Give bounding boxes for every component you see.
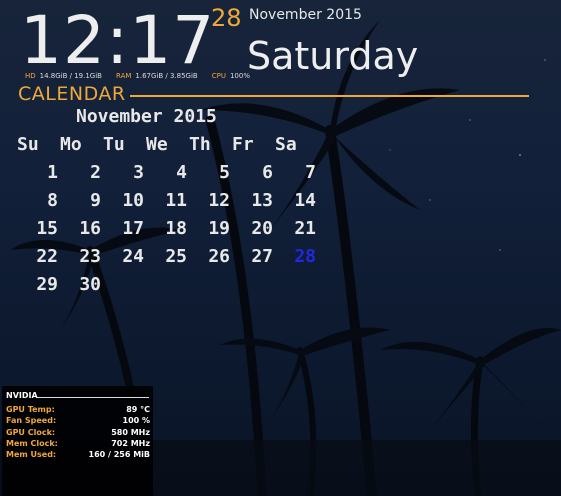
nvidia-stat-value: 89 °C (126, 405, 150, 414)
calendar-day: 27 (251, 246, 273, 267)
calendar-day: 13 (251, 190, 273, 211)
calendar-day: 23 (79, 246, 101, 267)
ram-label: RAM (115, 72, 132, 80)
calendar-day: 3 (133, 162, 144, 183)
calendar-day: 14 (294, 190, 316, 211)
calendar-day: 12 (208, 190, 230, 211)
hd-value: 14.8GiB / 19.1GiB (39, 72, 102, 80)
calendar-day: 22 (36, 246, 58, 267)
calendar-week-row: 15 16 17 18 19 20 21 (15, 218, 316, 246)
nvidia-stat-row: GPU Temp: 89 °C (6, 404, 150, 415)
calendar-divider (130, 95, 529, 97)
calendar-day: 18 (165, 218, 187, 239)
calendar-day: 19 (208, 218, 230, 239)
nvidia-stat-value: 100 % (122, 416, 151, 426)
calendar-day: 26 (208, 246, 230, 267)
cpu-label: CPU (211, 72, 226, 80)
nvidia-stat-value: 702 MHz (111, 438, 150, 448)
calendar-day: 17 (122, 218, 144, 239)
calendar-week-row: 29 30 (15, 274, 316, 302)
nvidia-stat-row: Mem Used: 160 / 256 MiB (6, 449, 150, 460)
calendar-day: 9 (90, 190, 101, 211)
cpu-value: 100% (229, 72, 250, 80)
nvidia-title: NVIDIA (6, 391, 38, 400)
calendar-day (273, 274, 316, 302)
calendar-day: 25 (165, 246, 187, 267)
calendar-day: 11 (165, 190, 187, 211)
calendar-weekday-label: Sa (275, 134, 297, 155)
system-stats: HD 14.8GiB / 19.1GiB RAM 1.67GiB / 3.85GiB C… (25, 72, 264, 81)
nvidia-stats-panel: NVIDIA GPU Temp: 89 °C Fan Speed: 100 % GPU … (2, 386, 153, 496)
nvidia-divider (37, 397, 149, 398)
clock-day-number: 28 (211, 4, 242, 32)
calendar-weekday-header: Su Mo Tu We Th Fr Sa (15, 134, 316, 162)
calendar-day: 29 (36, 274, 58, 295)
calendar-day: 16 (79, 218, 101, 239)
nvidia-stat-value: 580 MHz (111, 427, 150, 437)
calendar-title: CALENDAR (18, 83, 126, 105)
calendar-weekday-label: Th (189, 134, 211, 155)
clock-time: 12:17 (20, 2, 216, 79)
calendar-day: 24 (122, 246, 144, 267)
hd-label: HD (25, 72, 36, 80)
calendar-day: 7 (305, 162, 316, 183)
calendar-day: 8 (47, 190, 58, 211)
nvidia-stat-label: Mem Used: (6, 450, 57, 460)
nvidia-stat-label: Mem Clock: (6, 438, 58, 448)
nvidia-stat-label: GPU Clock: (6, 427, 56, 437)
calendar-day: 30 (79, 274, 101, 295)
calendar-weekday-label: We (146, 134, 168, 155)
calendar-weekday-label: Su (17, 134, 39, 155)
calendar-day-today: 28 (294, 246, 316, 267)
calendar-day (101, 274, 144, 302)
nvidia-stat-label: GPU Temp: (6, 405, 55, 414)
calendar-day: 1 (47, 162, 58, 183)
calendar-day: 6 (262, 162, 273, 183)
nvidia-stat-value: 160 / 256 MiB (88, 450, 150, 460)
calendar-day: 21 (294, 218, 316, 239)
calendar-day: 5 (219, 162, 230, 183)
nvidia-stat-row: GPU Clock: 580 MHz (6, 427, 150, 438)
clock-month-year: November 2015 (249, 7, 362, 23)
nvidia-stat-label: Fan Speed: (6, 416, 57, 426)
calendar-day (144, 274, 187, 302)
calendar-week-row: 8 9 10 11 12 13 14 (15, 190, 316, 218)
calendar-week-row: 22 23 24 25 26 27 28 (15, 246, 316, 274)
calendar-month-header: November 2015 (76, 106, 217, 127)
calendar-week-row: 1 2 3 4 5 6 7 (15, 162, 316, 190)
clock-weekday: Saturday (247, 34, 419, 78)
ram-value: 1.67GiB / 3.85GiB (135, 72, 198, 80)
calendar-day: 2 (90, 162, 101, 183)
calendar-day: 15 (36, 218, 58, 239)
nvidia-stat-row: Mem Clock: 702 MHz (6, 438, 150, 449)
calendar-day: 10 (122, 190, 144, 211)
calendar-day: 20 (251, 218, 273, 239)
calendar-day: 4 (176, 162, 187, 183)
calendar-grid: Su Mo Tu We Th Fr Sa 1 2 3 4 5 6 7 8 9 10 11 12 13 14 15 16 17 1… (15, 134, 316, 302)
calendar-weekday-label: Mo (60, 134, 82, 155)
calendar-day (187, 274, 230, 302)
calendar-weekday-label: Fr (232, 134, 254, 155)
nvidia-stat-row: Fan Speed: 100 % (6, 415, 150, 426)
calendar-weekday-label: Tu (103, 134, 125, 155)
calendar-day (230, 274, 273, 302)
